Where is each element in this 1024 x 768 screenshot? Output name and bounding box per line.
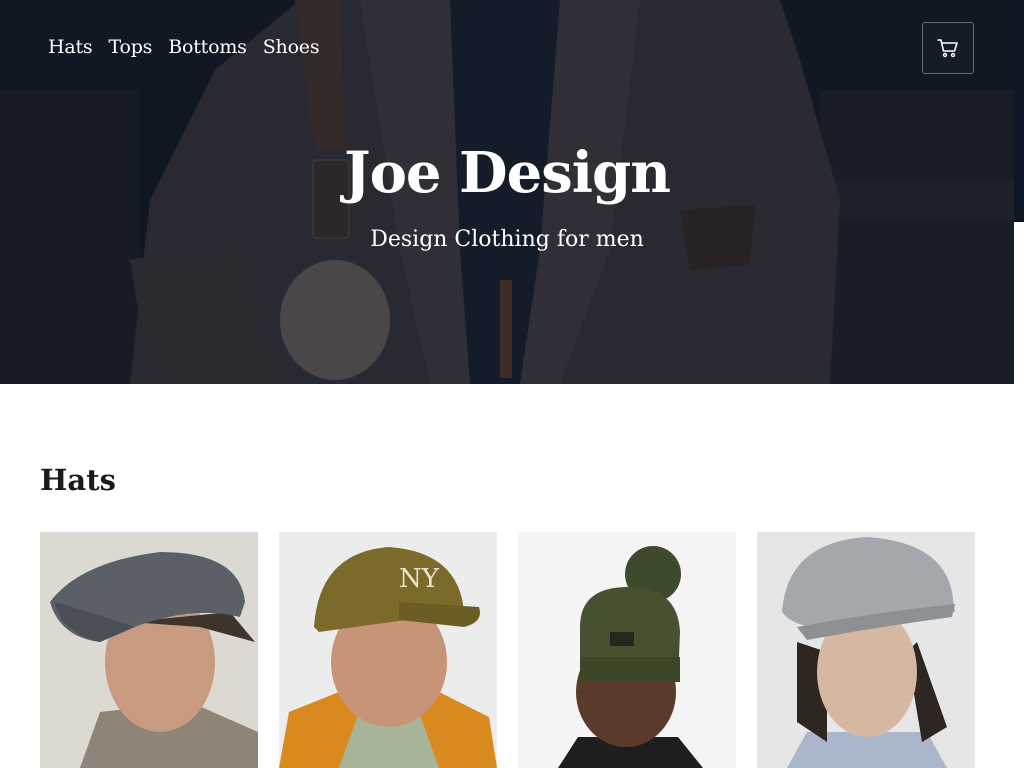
main-nav: Hats Tops Bottoms Shoes (48, 36, 320, 58)
nav-link-hats[interactable]: Hats (48, 36, 93, 58)
hero-banner: Hats Tops Bottoms Shoes Joe Design Desig… (0, 0, 1014, 384)
product-card-flat-cap[interactable] (40, 532, 258, 768)
product-card-ivy-cap[interactable] (757, 532, 975, 768)
product-image: NY (279, 532, 497, 768)
hero-subtitle: Design Clothing for men (370, 227, 644, 252)
nav-link-shoes[interactable]: Shoes (263, 36, 320, 58)
product-card-beanie[interactable] (518, 532, 736, 768)
cart-icon (937, 39, 958, 58)
nav-link-bottoms[interactable]: Bottoms (168, 36, 247, 58)
product-card-baseball-cap[interactable]: NY (279, 532, 497, 768)
product-image (40, 532, 258, 768)
cart-button[interactable] (922, 22, 974, 74)
hero-title: Joe Design (344, 140, 671, 206)
product-grid: NY (40, 532, 975, 768)
nav-link-tops[interactable]: Tops (108, 36, 152, 58)
product-image (518, 532, 736, 768)
product-image (757, 532, 975, 768)
hero-edge (1014, 0, 1024, 222)
section-title-hats: Hats (40, 463, 116, 497)
svg-text:NY: NY (399, 564, 440, 594)
